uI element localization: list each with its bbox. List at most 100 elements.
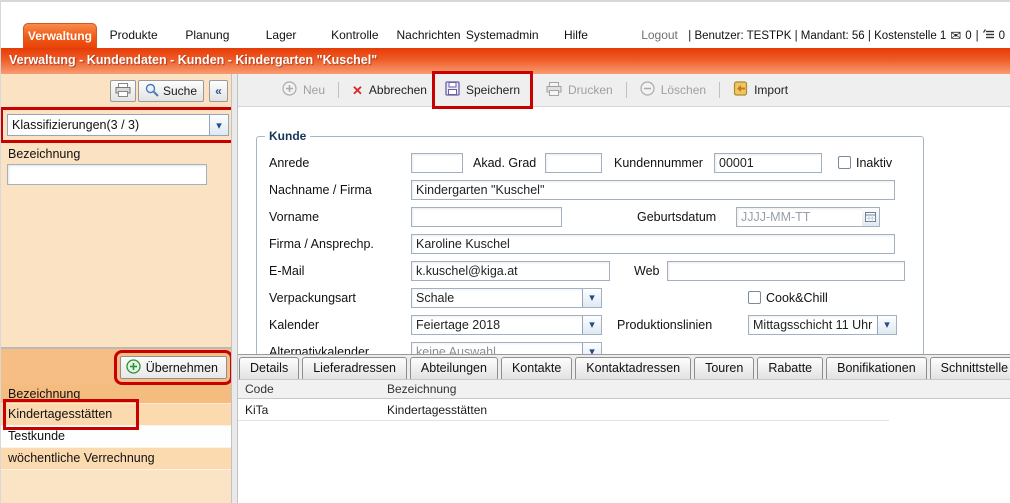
anrede-label: Anrede bbox=[269, 156, 411, 170]
cookchill-field: Cook&Chill bbox=[748, 291, 828, 305]
nav-tab-verwaltung[interactable]: Verwaltung bbox=[23, 23, 97, 48]
alternativkalender-value: keine Auswahl... bbox=[412, 345, 582, 355]
kalender-select[interactable]: Feiertage 2018 ▾ bbox=[411, 315, 602, 335]
kundennummer-label: Kundennummer bbox=[614, 156, 714, 170]
kundennummer-input[interactable] bbox=[714, 153, 822, 173]
tab-schnittstelle[interactable]: Schnittstelle bbox=[930, 357, 1010, 379]
import-arrow-icon bbox=[733, 81, 748, 99]
mail-icon[interactable]: ✉ bbox=[950, 29, 961, 42]
form-row-verpackungsart: Verpackungsart Schale ▾ Cook&Chill bbox=[257, 284, 923, 311]
nav-tab-systemadmin[interactable]: Systemadmin bbox=[465, 23, 539, 48]
firma-input[interactable] bbox=[411, 234, 895, 254]
web-input[interactable] bbox=[667, 261, 905, 281]
list-item-label: Kindertagesstätten bbox=[8, 404, 134, 425]
bezeichnung-filter-input[interactable] bbox=[7, 164, 207, 185]
search-button[interactable]: Suche bbox=[138, 80, 204, 102]
kunde-fieldset: Kunde Anrede Akad. Grad Kundennummer Ina… bbox=[256, 129, 924, 354]
plus-circle-green-icon bbox=[126, 359, 141, 377]
list-item-kindertagesstaetten[interactable]: Kindertagesstätten bbox=[1, 404, 231, 426]
minus-circle-icon bbox=[640, 81, 655, 99]
classification-dropdown[interactable]: Klassifizierungen(3 / 3) ▾ bbox=[7, 114, 229, 136]
session-info: | Benutzer: TESTPK | Mandant: 56 | Koste… bbox=[688, 23, 1007, 48]
tab-lieferadressen[interactable]: Lieferadressen bbox=[302, 357, 407, 379]
splitter-handle[interactable] bbox=[231, 74, 238, 503]
neu-button[interactable]: Neu bbox=[276, 78, 331, 102]
geburtsdatum-input[interactable] bbox=[736, 207, 862, 227]
geburtsdatum-label: Geburtsdatum bbox=[637, 210, 736, 224]
main-content: Neu ✕ Abbrechen Speichern Drucken Lösche… bbox=[238, 74, 1010, 503]
logout-link[interactable]: Logout bbox=[631, 23, 688, 48]
cell-bezeichnung: Kindertagesstätten bbox=[386, 403, 889, 417]
list-item-testkunde[interactable]: Testkunde bbox=[1, 426, 231, 448]
calendar-icon[interactable] bbox=[862, 207, 880, 227]
form-row-kalender: Kalender Feiertage 2018 ▾ Produktionslin… bbox=[257, 311, 923, 338]
nav-tab-planung[interactable]: Planung bbox=[171, 23, 245, 48]
tab-touren[interactable]: Touren bbox=[694, 357, 754, 379]
alternativkalender-label: Alternativkalender bbox=[269, 345, 411, 355]
tab-bonifikationen[interactable]: Bonifikationen bbox=[826, 357, 927, 379]
kalender-value: Feiertage 2018 bbox=[412, 318, 582, 332]
session-info-text: | Benutzer: TESTPK | Mandant: 56 | Koste… bbox=[688, 30, 946, 42]
anrede-input[interactable] bbox=[411, 153, 463, 173]
plus-circle-icon bbox=[282, 81, 297, 99]
geburtsdatum-field bbox=[736, 207, 880, 227]
collapse-sidebar-button[interactable]: « bbox=[209, 80, 228, 102]
detail-tabstrip: Details Lieferadressen Abteilungen Konta… bbox=[238, 354, 1010, 379]
email-input[interactable] bbox=[411, 261, 610, 281]
form-row-alternativkalender: Alternativkalender keine Auswahl... ▾ bbox=[257, 338, 923, 354]
chevron-down-icon[interactable]: ▾ bbox=[209, 115, 228, 135]
classification-panel: Übernehmen Bezeichnung Kindertagesstätte… bbox=[1, 347, 231, 503]
classification-table: Code Bezeichnung KiTa Kindertagesstätten bbox=[238, 379, 1010, 421]
alternativkalender-select[interactable]: keine Auswahl... ▾ bbox=[411, 342, 602, 355]
tab-kontaktadressen[interactable]: Kontaktadressen bbox=[575, 357, 691, 379]
chevron-down-icon[interactable]: ▾ bbox=[582, 316, 601, 334]
nav-tab-nachrichten[interactable]: Nachrichten bbox=[392, 23, 466, 48]
nav-tab-produkte[interactable]: Produkte bbox=[97, 23, 171, 48]
drucken-button[interactable]: Drucken bbox=[540, 79, 619, 102]
list-item-woechentliche-verrechnung[interactable]: wöchentliche Verrechnung bbox=[1, 448, 231, 470]
toolbar-separator bbox=[719, 82, 720, 98]
loeschen-button[interactable]: Löschen bbox=[634, 78, 712, 102]
tab-details[interactable]: Details bbox=[239, 357, 299, 379]
akad-grad-label: Akad. Grad bbox=[473, 156, 545, 170]
table-header-row: Code Bezeichnung bbox=[238, 379, 1010, 399]
sidebar: Suche « Klassifizierungen(3 / 3) ▾ Bezei… bbox=[1, 74, 231, 503]
web-label: Web bbox=[634, 264, 667, 278]
cell-code: KiTa bbox=[238, 403, 386, 417]
chevron-down-icon[interactable]: ▾ bbox=[582, 289, 601, 307]
uebernehmen-button[interactable]: Übernehmen bbox=[120, 356, 227, 379]
drucken-button-label: Drucken bbox=[568, 83, 613, 97]
chevron-down-icon[interactable]: ▾ bbox=[877, 316, 896, 334]
search-button-label: Suche bbox=[163, 84, 197, 98]
nachname-input[interactable] bbox=[411, 180, 895, 200]
vorname-input[interactable] bbox=[411, 207, 562, 227]
produktionslinien-value: Mittagsschicht 11 Uhr bbox=[749, 318, 877, 332]
inaktiv-checkbox[interactable] bbox=[838, 156, 851, 169]
speichern-button[interactable]: Speichern bbox=[439, 78, 526, 102]
tab-kontakte[interactable]: Kontakte bbox=[501, 357, 572, 379]
loeschen-button-label: Löschen bbox=[661, 83, 706, 97]
form-row-anrede: Anrede Akad. Grad Kundennummer Inaktiv bbox=[257, 149, 923, 176]
verpackungsart-select[interactable]: Schale ▾ bbox=[411, 288, 602, 308]
produktionslinien-select[interactable]: Mittagsschicht 11 Uhr ▾ bbox=[748, 315, 897, 335]
print-list-button[interactable] bbox=[110, 80, 136, 102]
akad-grad-input[interactable] bbox=[545, 153, 602, 173]
cookchill-checkbox[interactable] bbox=[748, 291, 761, 304]
verpackungsart-value: Schale bbox=[412, 291, 582, 305]
kunde-legend: Kunde bbox=[265, 129, 310, 143]
nav-tab-lager[interactable]: Lager bbox=[244, 23, 318, 48]
tab-abteilungen[interactable]: Abteilungen bbox=[410, 357, 498, 379]
nav-tab-kontrolle[interactable]: Kontrolle bbox=[318, 23, 392, 48]
abbrechen-button[interactable]: ✕ Abbrechen bbox=[346, 80, 433, 100]
tab-rabatte[interactable]: Rabatte bbox=[757, 357, 823, 379]
toolbar-separator bbox=[626, 82, 627, 98]
import-button[interactable]: Import bbox=[727, 78, 794, 102]
notes-icon[interactable] bbox=[983, 29, 995, 43]
classification-panel-strip: Übernehmen bbox=[1, 349, 231, 385]
table-row[interactable]: KiTa Kindertagesstätten bbox=[238, 399, 889, 421]
bezeichnung-filter-label: Bezeichnung bbox=[8, 147, 80, 161]
toolbar: Neu ✕ Abbrechen Speichern Drucken Lösche… bbox=[238, 74, 1010, 107]
nav-tab-hilfe[interactable]: Hilfe bbox=[539, 23, 613, 48]
import-button-label: Import bbox=[754, 83, 788, 97]
chevron-down-icon[interactable]: ▾ bbox=[582, 343, 601, 355]
